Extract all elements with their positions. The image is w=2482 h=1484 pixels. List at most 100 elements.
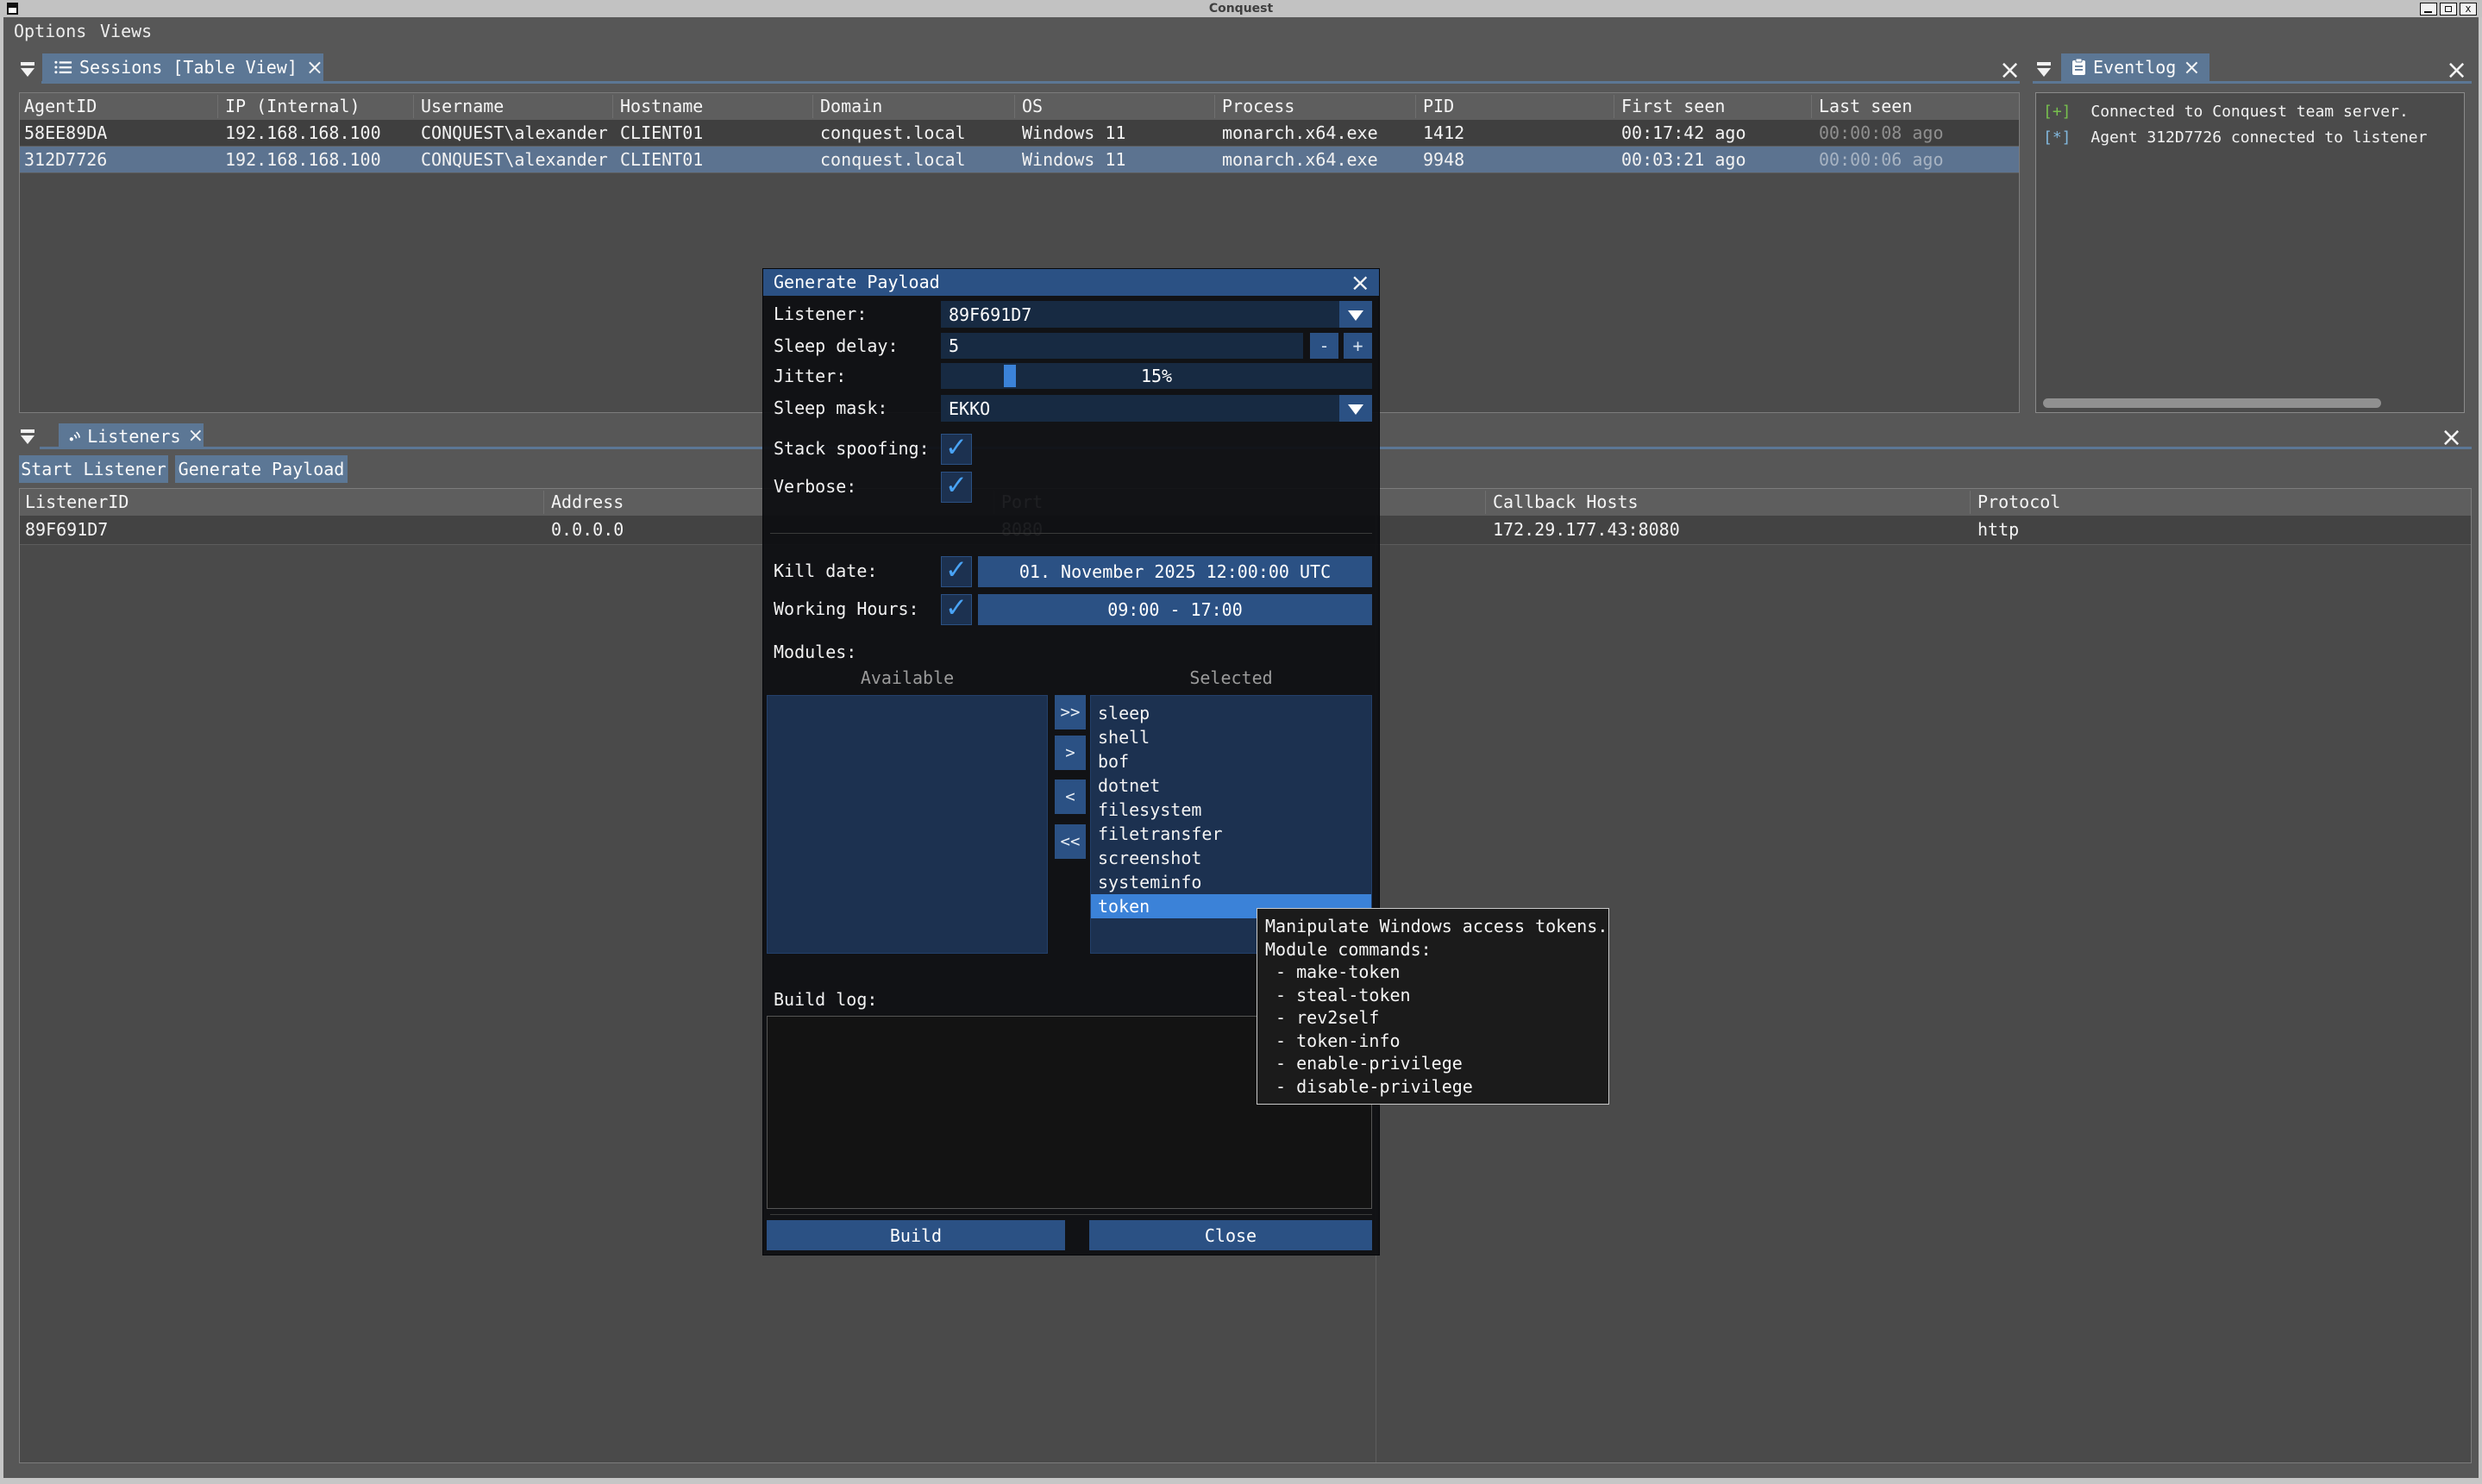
column-header-domain[interactable]: Domain [820, 93, 882, 120]
cell: monarch.x64.exe [1222, 120, 1378, 146]
kill-date-picker[interactable]: 01. November 2025 12:00:00 UTC [978, 556, 1372, 587]
sleep-delay-input[interactable]: 5 [941, 333, 1303, 359]
module-item-sleep[interactable]: sleep [1091, 701, 1371, 725]
sleep-mask-label: Sleep mask: [774, 395, 887, 422]
tooltip-command: - steal-token [1265, 984, 1608, 1007]
listeners-collapse-icon[interactable] [21, 428, 34, 445]
verbose-checkbox[interactable]: ✓ [941, 472, 972, 503]
tab-sessions-close-icon[interactable]: × [306, 55, 323, 79]
cell: 172.29.177.43:8080 [1493, 516, 1680, 542]
tab-eventlog-close-icon[interactable]: × [2183, 55, 2200, 79]
column-header-last-seen[interactable]: Last seen [1819, 93, 1912, 120]
module-item-systeminfo[interactable]: systeminfo [1091, 870, 1371, 894]
working-hours-picker[interactable]: 09:00 - 17:00 [978, 594, 1372, 625]
sleep-mask-combobox[interactable]: EKKO [941, 395, 1372, 422]
move-left-button[interactable]: < [1055, 780, 1086, 814]
column-header-ip-internal-[interactable]: IP (Internal) [225, 93, 360, 120]
module-tooltip: Manipulate Windows access tokens. Module… [1257, 908, 1609, 1105]
jitter-value: 15% [941, 363, 1372, 389]
kill-date-checkbox[interactable]: ✓ [941, 556, 972, 587]
build-button[interactable]: Build [767, 1220, 1065, 1250]
eventlog-line: [+] Connected to Conquest team server. [2036, 100, 2464, 124]
listener-combobox[interactable]: 89F691D7 [941, 301, 1372, 328]
column-header-process[interactable]: Process [1222, 93, 1294, 120]
listener-value: 89F691D7 [949, 301, 1031, 328]
tab-listeners[interactable]: Listeners × [59, 423, 204, 448]
sessions-collapse-icon[interactable] [21, 60, 34, 78]
column-header-username[interactable]: Username [421, 93, 504, 120]
move-all-left-button[interactable]: << [1055, 824, 1086, 859]
sleep-delay-increment-button[interactable]: + [1344, 333, 1372, 359]
sleep-delay-decrement-button[interactable]: - [1310, 333, 1338, 359]
column-separator [1811, 95, 1812, 118]
maximize-button[interactable] [2440, 3, 2457, 16]
dialog-footer-separator [770, 1214, 1372, 1215]
close-dialog-button[interactable]: Close [1089, 1220, 1372, 1250]
close-button[interactable]: x [2460, 3, 2477, 16]
eventlog-prefix: [*] [2043, 128, 2071, 147]
cell: http [1977, 516, 2019, 542]
module-item-shell[interactable]: shell [1091, 725, 1371, 749]
module-item-filesystem[interactable]: filesystem [1091, 798, 1371, 822]
column-header-pid[interactable]: PID [1423, 93, 1454, 120]
list-icon [54, 59, 72, 75]
dialog-close-icon[interactable]: × [1351, 269, 1370, 296]
eventlog-panel: [+] Connected to Conquest team server.[*… [2035, 92, 2465, 413]
jitter-label: Jitter: [774, 363, 846, 390]
titlebar: Conquest x [0, 0, 2482, 17]
column-header-os[interactable]: OS [1022, 93, 1043, 120]
tooltip-description: Manipulate Windows access tokens. [1265, 915, 1608, 938]
menu-item-options[interactable]: Options [14, 21, 86, 41]
module-item-dotnet[interactable]: dotnet [1091, 773, 1371, 798]
module-item-bof[interactable]: bof [1091, 749, 1371, 773]
column-header-address[interactable]: Address [551, 489, 624, 516]
kill-date-label: Kill date: [774, 558, 877, 585]
column-separator [1415, 95, 1416, 118]
working-hours-checkbox[interactable]: ✓ [941, 594, 972, 625]
tab-listeners-close-icon[interactable]: × [188, 425, 204, 447]
column-header-hostname[interactable]: Hostname [620, 93, 703, 120]
available-modules-header: Available [767, 667, 1048, 688]
minimize-button[interactable] [2420, 3, 2437, 16]
sessions-table-header: AgentID IP (Internal) Username Hostname Doma… [20, 93, 2019, 121]
column-header-listenerid[interactable]: ListenerID [25, 489, 128, 516]
cell: 00:03:21 ago [1621, 147, 1746, 172]
chevron-down-icon[interactable] [1339, 301, 1372, 328]
jitter-slider[interactable]: 15% [941, 363, 1372, 389]
cell: 1412 [1423, 120, 1464, 146]
column-header-agentid[interactable]: AgentID [24, 93, 97, 120]
module-item-filetransfer[interactable]: filetransfer [1091, 822, 1371, 846]
menu-item-views[interactable]: Views [100, 21, 152, 41]
eventlog-line: [*] Agent 312D7726 connected to listener [2036, 126, 2464, 150]
sleep-mask-value: EKKO [949, 395, 990, 422]
build-log-label: Build log: [774, 986, 877, 1013]
table-row[interactable]: 58EE89DA192.168.168.100CONQUEST\alexande… [20, 120, 2019, 147]
start-listener-button[interactable]: Start Listener [19, 455, 168, 483]
tab-sessions[interactable]: Sessions [Table View] × [42, 53, 323, 81]
eventlog-collapse-icon[interactable] [2037, 60, 2051, 78]
cell: CONQUEST\alexander [421, 147, 608, 172]
table-row[interactable]: 312D7726192.168.168.100CONQUEST\alexande… [20, 147, 2019, 173]
cell: 9948 [1423, 147, 1464, 172]
dialog-titlebar[interactable]: Generate Payload × [763, 269, 1379, 296]
eventlog-tab-underline [2033, 81, 2472, 84]
tab-eventlog[interactable]: Eventlog × [2061, 53, 2209, 81]
tab-eventlog-label: Eventlog [2093, 57, 2176, 78]
cell: 312D7726 [24, 147, 107, 172]
column-header-protocol[interactable]: Protocol [1977, 489, 2060, 516]
working-hours-label: Working Hours: [774, 596, 919, 623]
column-separator [217, 95, 218, 118]
column-header-first-seen[interactable]: First seen [1621, 93, 1725, 120]
move-right-button[interactable]: > [1055, 736, 1086, 770]
modules-label: Modules: [774, 639, 856, 666]
column-header-callback-hosts[interactable]: Callback Hosts [1493, 489, 1639, 516]
stack-spoofing-checkbox[interactable]: ✓ [941, 434, 972, 465]
generate-payload-button[interactable]: Generate Payload [175, 455, 348, 483]
available-modules-list[interactable] [767, 695, 1048, 954]
module-item-screenshot[interactable]: screenshot [1091, 846, 1371, 870]
move-all-right-button[interactable]: >> [1055, 695, 1086, 729]
tab-sessions-label: Sessions [Table View] [79, 57, 298, 78]
cell: Windows 11 [1022, 120, 1125, 146]
eventlog-horizontal-scrollbar[interactable] [2043, 398, 2381, 408]
chevron-down-icon[interactable] [1339, 395, 1372, 422]
